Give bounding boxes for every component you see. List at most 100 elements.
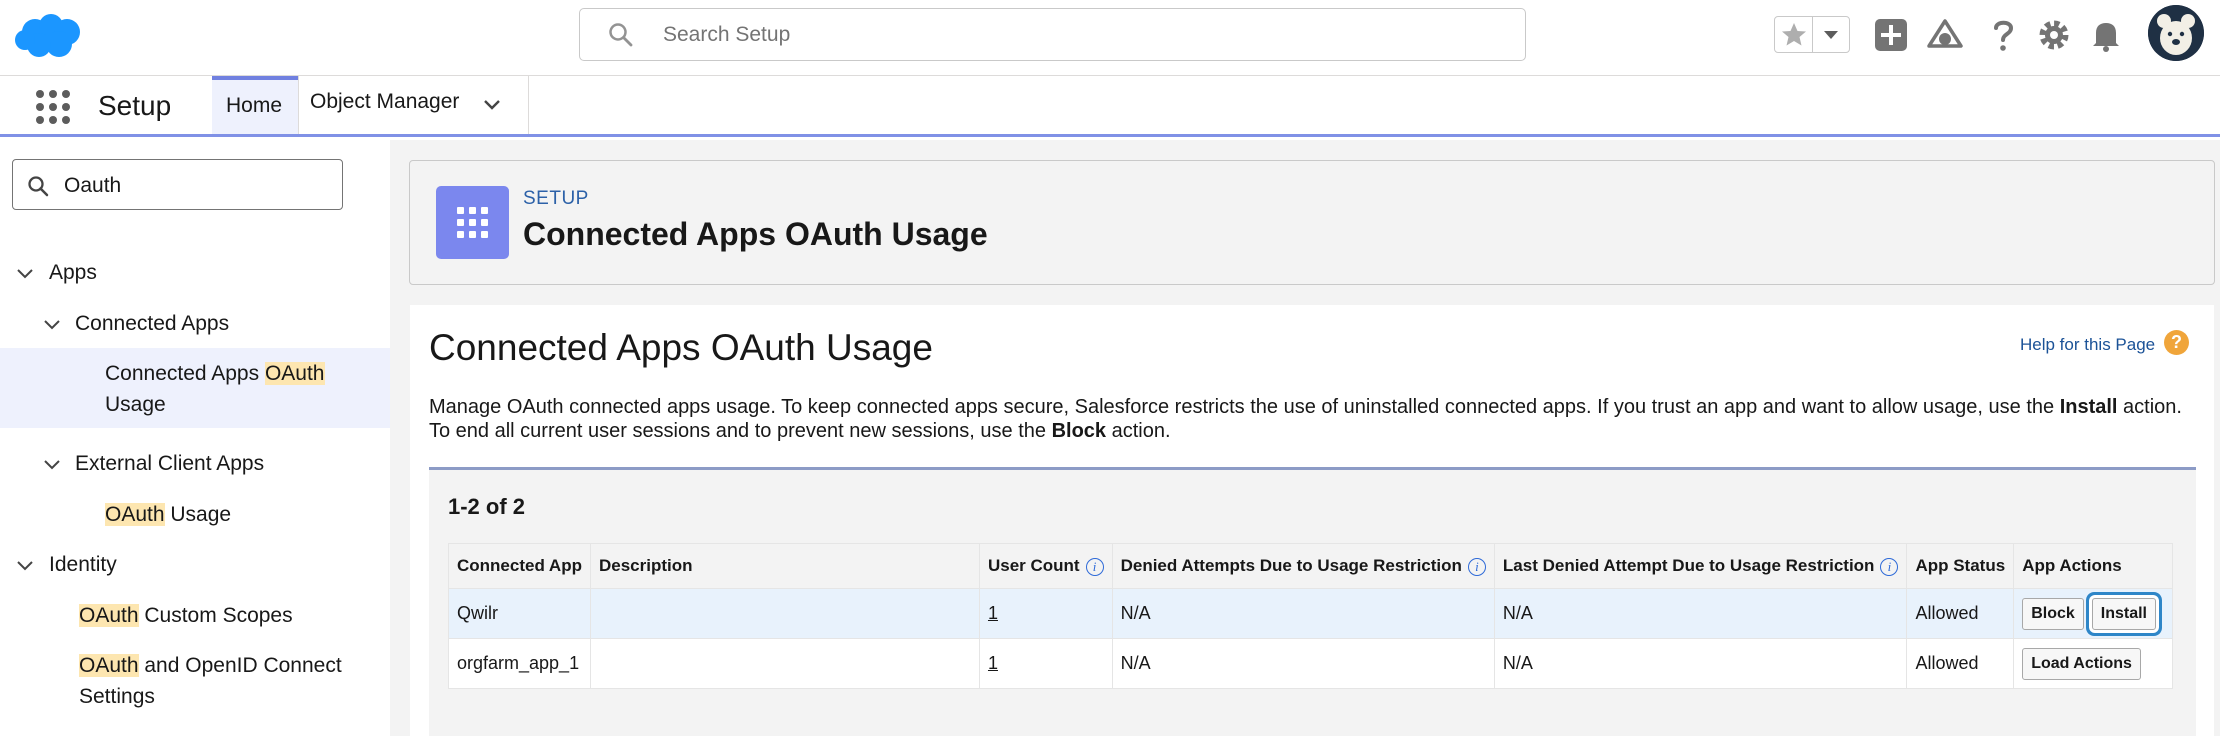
column-label: Description [598,556,693,575]
tree-item-apps[interactable]: Apps [49,257,97,288]
table-header-row: Connected App Description User Count i De… [448,543,2173,589]
cell-denied-attempts: N/A [1111,588,1495,639]
user-count-link[interactable]: 1 [988,653,998,673]
page-title: Connected Apps OAuth Usage [523,216,988,252]
tree-item-oauth-usage[interactable]: OAuth Usage [105,499,231,530]
column-header-app-actions[interactable]: App Actions [2013,543,2173,589]
info-icon[interactable]: i [1467,557,1486,576]
search-icon [28,176,49,197]
favorites-group [1774,16,1850,53]
trailhead-icon[interactable] [1926,16,1964,54]
tab-home[interactable]: Home [212,76,298,134]
cell-last-denied: N/A [1493,588,1908,639]
grid-icon [457,207,488,238]
content-title: Connected Apps OAuth Usage [429,327,933,368]
chevron-down-icon[interactable] [42,315,62,335]
help-for-this-page-link[interactable]: Help for this Page [2020,335,2155,355]
column-label: Last Denied Attempt Due to Usage Restric… [1502,556,1875,575]
bell-icon[interactable] [2087,16,2125,54]
chevron-down-icon [1824,31,1838,39]
column-header-app-status[interactable]: App Status [1906,543,2015,589]
app-launcher-icon[interactable] [34,88,72,126]
page-description: Manage OAuth connected apps usage. To ke… [429,395,2207,443]
avatar[interactable] [2148,5,2204,61]
column-header-denied-attempts[interactable]: Denied Attempts Due to Usage Restriction… [1111,543,1495,589]
connected-apps-table: Connected App Description User Count i De… [448,543,2173,689]
cell-app-status: Allowed [1906,638,2015,689]
favorites-list-button[interactable] [1813,17,1849,52]
quick-find-input[interactable]: Oauth [12,159,343,210]
info-icon[interactable]: i [1085,557,1104,576]
star-icon [1782,23,1806,46]
column-label: App Status [1915,556,2006,575]
user-avatar-icon [2148,5,2204,61]
description-install: Install [2059,396,2118,418]
search-highlight: OAuth [105,503,165,526]
add-icon[interactable] [1872,16,1910,54]
tree-item-text: Usage [164,503,232,526]
cell-connected-app: orgfarm_app_1 [448,638,591,689]
cell-last-denied: N/A [1493,638,1908,689]
cell-denied-attempts: N/A [1111,638,1495,689]
search-highlight: OAuth [264,362,325,385]
tree-item-text: Usage [105,393,166,416]
search-input[interactable]: Search Setup [579,8,1526,61]
column-header-user-count[interactable]: User Count i [978,543,1113,589]
tree-item-text: and OpenID Connect [138,654,342,677]
global-header: Search Setup [0,0,2220,76]
tree-item-identity[interactable]: Identity [49,549,117,580]
help-icon[interactable]: ? [2164,330,2189,355]
chevron-down-icon[interactable] [15,264,35,284]
quick-find-value: Oauth [64,174,122,197]
install-button[interactable]: Install [2091,597,2156,630]
help-icon[interactable] [1984,16,2022,54]
content-panel: Connected Apps OAuth Usage Help for this… [410,305,2214,736]
tree-item-text: Connected Apps [105,362,265,385]
tree-item-oauth-openid-settings[interactable]: OAuth and OpenID Connect Settings [79,650,379,712]
app-name: Setup [98,90,172,121]
chevron-down-icon[interactable] [42,455,62,475]
column-header-last-denied[interactable]: Last Denied Attempt Due to Usage Restric… [1493,543,1908,589]
cell-app-actions: Load Actions [2013,638,2173,689]
context-bar: Setup Home Object Manager [0,76,2220,137]
cell-user-count: 1 [978,588,1113,639]
column-label: Denied Attempts Due to Usage Restriction [1120,556,1462,575]
tree-item-external-client-apps[interactable]: External Client Apps [75,448,264,479]
tree-item-connected-apps-oauth-usage[interactable]: Connected Apps OAuth Usage [105,358,365,420]
tab-object-manager[interactable]: Object Manager [298,76,529,134]
info-icon[interactable]: i [1880,557,1899,576]
cell-user-count: 1 [978,638,1113,689]
table-row: Qwilr 1 N/A N/A Allowed Block Install [448,588,2173,639]
column-header-description[interactable]: Description [589,543,980,589]
column-label: App Actions [2022,556,2122,575]
cell-description [589,638,980,689]
tree-item-text: Settings [79,685,155,708]
chevron-down-icon[interactable] [481,94,503,116]
tab-home-label: Home [226,94,283,117]
chevron-down-icon[interactable] [15,556,35,576]
tree-item-text: Custom Scopes [138,604,293,627]
column-label: User Count [987,556,1080,575]
block-button[interactable]: Block [2022,597,2084,630]
salesforce-cloud-logo[interactable] [15,12,83,60]
description-text: Manage OAuth connected apps usage. To ke… [429,396,2060,418]
search-highlight: OAuth [79,604,139,627]
tree-item-connected-apps[interactable]: Connected Apps [75,308,229,339]
load-actions-button[interactable]: Load Actions [2022,647,2141,680]
column-header-connected-app[interactable]: Connected App [448,543,591,589]
tree-item-oauth-custom-scopes[interactable]: OAuth Custom Scopes [79,600,293,631]
list-panel: 1-2 of 2 Connected App Description User … [429,467,2196,736]
record-count: 1-2 of 2 [448,494,526,519]
cell-description [589,588,980,639]
tab-object-manager-label: Object Manager [310,90,460,113]
user-count-link[interactable]: 1 [988,603,998,623]
description-text: action. [1106,420,1171,442]
setup-apps-icon [436,186,509,259]
cell-connected-app: Qwilr [448,588,591,639]
gear-icon[interactable] [2035,16,2073,54]
search-placeholder: Search Setup [663,23,791,46]
column-label: Connected App [457,556,582,575]
setup-sidebar: Oauth Apps Connected Apps Connected Apps… [0,140,390,736]
favorites-button[interactable] [1775,17,1813,52]
cell-app-status: Allowed [1906,588,2015,639]
